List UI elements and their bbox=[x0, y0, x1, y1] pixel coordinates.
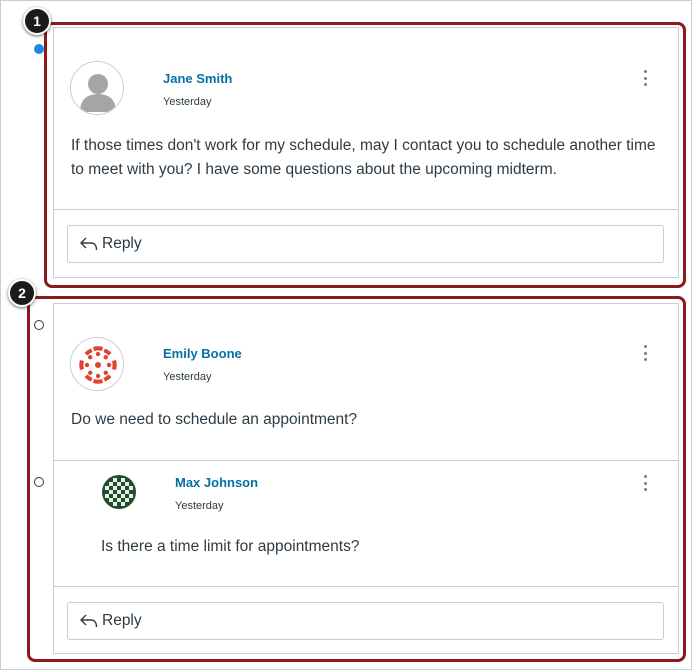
callout-number-1: 1 bbox=[23, 7, 51, 35]
highlight-box-1 bbox=[44, 22, 686, 288]
highlight-box-2 bbox=[27, 296, 686, 662]
unread-indicator[interactable] bbox=[34, 44, 44, 54]
callout-number-2: 2 bbox=[8, 279, 36, 307]
